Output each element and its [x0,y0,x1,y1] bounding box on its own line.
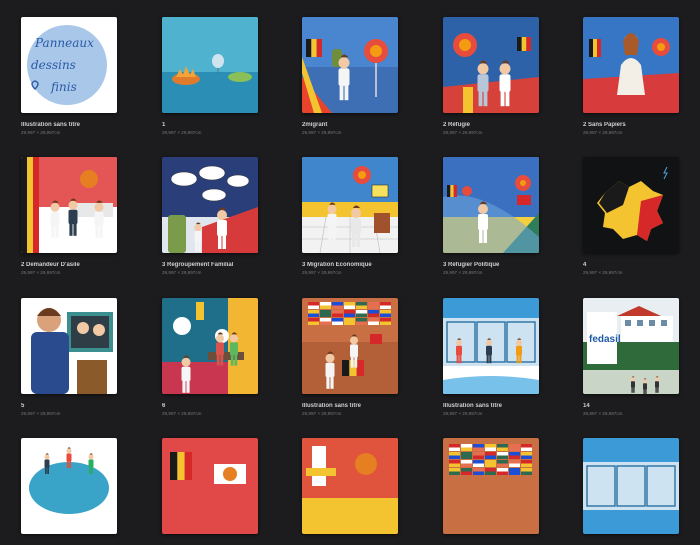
bench-artwork [162,298,258,394]
yellow-red-artwork [302,438,398,534]
gallery-item[interactable]: Illustration sans titre 29,997 × 29,997cm [443,298,543,416]
office-artwork [21,298,117,394]
gallery-item[interactable] [21,438,121,545]
artwork-title: 3 Réfugier Politique [443,262,500,268]
artwork-dimensions: 29,997 × 29,997cm [302,130,342,135]
political-artwork [443,157,539,253]
artwork-thumbnail[interactable] [583,157,679,253]
flags-wall-artwork [302,298,398,394]
fedasil-sign-text: fedasil [589,334,621,345]
artwork-thumbnail[interactable] [443,17,539,113]
svg-text:finis: finis [50,80,77,94]
artwork-dimensions: 29,997 × 29,997cm [162,270,202,275]
artwork-thumbnail[interactable] [302,17,398,113]
svg-text:Panneaux: Panneaux [34,36,94,50]
artwork-title: Illustration sans titre [443,403,503,409]
flags-wall-2-artwork [443,438,539,534]
gallery-item[interactable]: 2 Demandeur D'asile 29,997 × 29,997cm [21,157,121,275]
artwork-title: 2 Sans Papiers [583,122,626,128]
artwork-dimensions: 29,997 × 29,997cm [21,411,61,416]
family-artwork [162,157,258,253]
gallery-item[interactable]: fedasil 14 29,997 × 29,997cm [583,298,683,416]
artwork-title: Illustration sans titre [21,122,81,128]
artwork-title: Illustration sans titre [302,403,362,409]
artwork-thumbnail[interactable] [302,157,398,253]
artwork-dimensions: 29,997 × 29,997cm [443,130,483,135]
gallery-item[interactable]: 5 29,997 × 29,997cm [21,298,121,416]
blue-room-artwork [443,298,539,394]
artwork-thumbnail[interactable] [443,157,539,253]
artwork-dimensions: 29,997 × 29,997cm [443,411,483,416]
artwork-title: 3 Migration Économique [302,262,372,268]
artwork-thumbnail[interactable] [21,157,117,253]
artwork-title: 3 Regroupement Familial [162,262,234,268]
artwork-thumbnail[interactable] [162,157,258,253]
artwork-dimensions: 29,997 × 29,997cm [583,270,623,275]
artwork-dimensions: 29,997 × 29,997cm [21,270,61,275]
artwork-thumbnail[interactable] [302,438,398,534]
artwork-thumbnail[interactable] [583,17,679,113]
red-flags-artwork [162,438,258,534]
gallery-item[interactable]: 2 Sans Papiers 29,997 × 29,997cm [583,17,683,135]
artwork-thumbnail[interactable] [162,17,258,113]
artwork-title: 1 [162,122,166,128]
artwork-dimensions: 29,997 × 29,997cm [583,130,623,135]
artwork-dimensions: 29,997 × 29,997cm [162,411,202,416]
sea-balloon-artwork [162,17,258,113]
artwork-thumbnail[interactable]: Panneaux dessins finis [21,17,117,113]
gallery-item[interactable]: 2 Réfugié 29,997 × 29,997cm [443,17,543,135]
gallery-item[interactable]: 6 29,997 × 29,997cm [162,298,262,416]
artwork-thumbnail[interactable] [162,438,258,534]
artwork-title: 6 [162,403,166,409]
gallery-item[interactable]: 4 29,997 × 29,997cm [583,157,683,275]
artwork-thumbnail[interactable] [21,438,117,534]
artwork-dimensions: 29,997 × 29,997cm [302,411,342,416]
artwork-gallery: Panneaux dessins finis Illustration sans… [0,0,700,534]
migrant-artwork [302,17,398,113]
gallery-item[interactable]: Illustration sans titre 29,997 × 29,997cm [302,298,402,416]
artwork-title: 4 [583,262,587,268]
gallery-item[interactable]: 3 Migration Économique 29,997 × 29,997cm [302,157,402,275]
blue-room-2-artwork [583,438,679,534]
artwork-title: 5 [21,403,25,409]
svg-text:dessins: dessins [31,58,76,72]
artwork-dimensions: 29,997 × 29,997cm [302,270,342,275]
gallery-item[interactable]: 1 29,997 × 29,997cm [162,17,262,135]
handwritten-artwork: Panneaux dessins finis [21,17,117,113]
fedasil-artwork: fedasil [583,298,679,394]
gallery-item[interactable]: 3 Réfugier Politique 29,997 × 29,997cm [443,157,543,275]
gallery-item[interactable]: Panneaux dessins finis Illustration sans… [21,17,121,135]
artwork-title: 14 [583,403,590,409]
artwork-title: 2 Réfugié [443,122,471,128]
gallery-item[interactable]: 3 Regroupement Familial 29,997 × 29,997cm [162,157,262,275]
artwork-dimensions: 29,997 × 29,997cm [583,411,623,416]
artwork-thumbnail[interactable] [162,298,258,394]
artwork-dimensions: 29,997 × 29,997cm [443,270,483,275]
artwork-dimensions: 29,997 × 29,997cm [162,130,202,135]
gallery-item[interactable] [162,438,262,545]
round-table-artwork [21,438,117,534]
artwork-thumbnail[interactable] [443,298,539,394]
artwork-thumbnail[interactable] [583,438,679,534]
artwork-dimensions: 29,997 × 29,997cm [21,130,61,135]
artwork-title: 2 Demandeur D'asile [21,262,80,268]
gallery-item[interactable] [443,438,543,545]
economic-artwork [302,157,398,253]
artwork-title: 2migrant [302,122,328,128]
gallery-item[interactable]: 2migrant 29,997 × 29,997cm [302,17,402,135]
refugee-artwork [443,17,539,113]
artwork-thumbnail[interactable] [302,298,398,394]
artwork-thumbnail[interactable]: fedasil [583,298,679,394]
belgium-map-artwork [583,157,679,253]
gallery-item[interactable] [583,438,683,545]
asylum-artwork [21,157,117,253]
artwork-thumbnail[interactable] [443,438,539,534]
gallery-item[interactable] [302,438,402,545]
artwork-thumbnail[interactable] [21,298,117,394]
sans-papiers-artwork [583,17,679,113]
